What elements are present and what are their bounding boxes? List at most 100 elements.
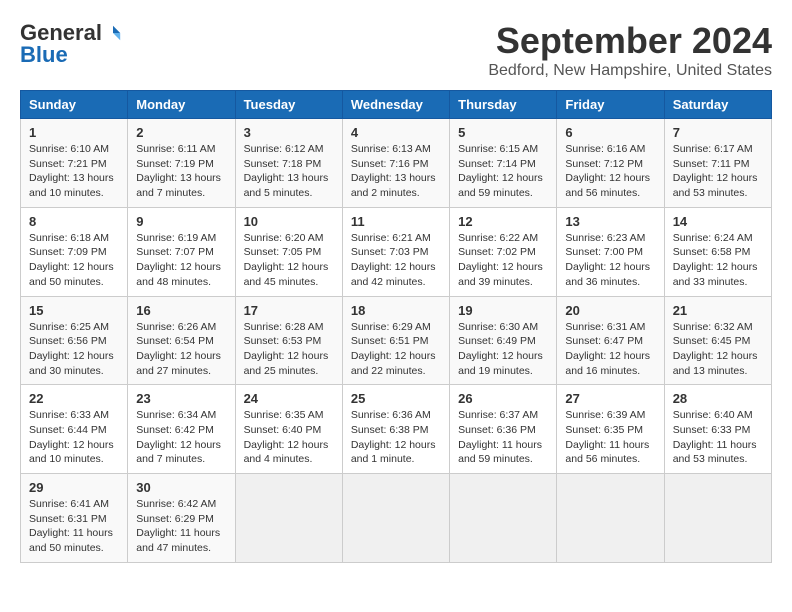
- day-number: 8: [29, 214, 119, 229]
- logo: General Blue: [20, 20, 122, 68]
- calendar-cell: 11Sunrise: 6:21 AMSunset: 7:03 PMDayligh…: [342, 207, 449, 296]
- calendar-cell: 1Sunrise: 6:10 AMSunset: 7:21 PMDaylight…: [21, 119, 128, 208]
- day-number: 3: [244, 125, 334, 140]
- day-info: Sunrise: 6:32 AMSunset: 6:45 PMDaylight:…: [673, 320, 763, 379]
- day-info: Sunrise: 6:23 AMSunset: 7:00 PMDaylight:…: [565, 231, 655, 290]
- day-info: Sunrise: 6:31 AMSunset: 6:47 PMDaylight:…: [565, 320, 655, 379]
- day-number: 2: [136, 125, 226, 140]
- calendar-cell: [342, 474, 449, 563]
- day-info: Sunrise: 6:13 AMSunset: 7:16 PMDaylight:…: [351, 142, 441, 201]
- day-info: Sunrise: 6:19 AMSunset: 7:07 PMDaylight:…: [136, 231, 226, 290]
- calendar-cell: 15Sunrise: 6:25 AMSunset: 6:56 PMDayligh…: [21, 296, 128, 385]
- day-number: 6: [565, 125, 655, 140]
- day-info: Sunrise: 6:37 AMSunset: 6:36 PMDaylight:…: [458, 408, 548, 467]
- day-number: 26: [458, 391, 548, 406]
- calendar-header-friday: Friday: [557, 91, 664, 119]
- logo-blue: Blue: [20, 42, 68, 68]
- day-info: Sunrise: 6:41 AMSunset: 6:31 PMDaylight:…: [29, 497, 119, 556]
- title-block: September 2024 Bedford, New Hampshire, U…: [488, 20, 772, 80]
- calendar-cell: 30 Sunrise: 6:42 AMSunset: 6:29 PMDayligh…: [128, 474, 235, 563]
- calendar-cell: 27 Sunrise: 6:39 AMSunset: 6:35 PMDayligh…: [557, 385, 664, 474]
- day-info: Sunrise: 6:33 AMSunset: 6:44 PMDaylight:…: [29, 408, 119, 467]
- calendar-header-monday: Monday: [128, 91, 235, 119]
- calendar-week-2: 8Sunrise: 6:18 AMSunset: 7:09 PMDaylight…: [21, 207, 772, 296]
- calendar-cell: 5 Sunrise: 6:15 AMSunset: 7:14 PMDaylight…: [450, 119, 557, 208]
- calendar-cell: 9 Sunrise: 6:19 AMSunset: 7:07 PMDaylight…: [128, 207, 235, 296]
- day-number: 14: [673, 214, 763, 229]
- calendar-cell: 3 Sunrise: 6:12 AMSunset: 7:18 PMDaylight…: [235, 119, 342, 208]
- day-number: 27: [565, 391, 655, 406]
- day-info: Sunrise: 6:39 AMSunset: 6:35 PMDaylight:…: [565, 408, 655, 467]
- calendar-cell: 4 Sunrise: 6:13 AMSunset: 7:16 PMDaylight…: [342, 119, 449, 208]
- calendar-cell: 23 Sunrise: 6:34 AMSunset: 6:42 PMDayligh…: [128, 385, 235, 474]
- calendar-header-saturday: Saturday: [664, 91, 771, 119]
- day-number: 17: [244, 303, 334, 318]
- calendar-cell: 6 Sunrise: 6:16 AMSunset: 7:12 PMDaylight…: [557, 119, 664, 208]
- day-info: Sunrise: 6:26 AMSunset: 6:54 PMDaylight:…: [136, 320, 226, 379]
- day-number: 9: [136, 214, 226, 229]
- day-info: Sunrise: 6:28 AMSunset: 6:53 PMDaylight:…: [244, 320, 334, 379]
- day-info: Sunrise: 6:17 AMSunset: 7:11 PMDaylight:…: [673, 142, 763, 201]
- calendar-header-thursday: Thursday: [450, 91, 557, 119]
- day-info: Sunrise: 6:42 AMSunset: 6:29 PMDaylight:…: [136, 497, 226, 556]
- calendar-week-3: 15Sunrise: 6:25 AMSunset: 6:56 PMDayligh…: [21, 296, 772, 385]
- day-number: 20: [565, 303, 655, 318]
- day-info: Sunrise: 6:21 AMSunset: 7:03 PMDaylight:…: [351, 231, 441, 290]
- day-number: 23: [136, 391, 226, 406]
- day-number: 5: [458, 125, 548, 140]
- day-number: 29: [29, 480, 119, 495]
- calendar-cell: 29 Sunrise: 6:41 AMSunset: 6:31 PMDayligh…: [21, 474, 128, 563]
- day-number: 1: [29, 125, 119, 140]
- month-title: September 2024: [488, 20, 772, 62]
- calendar-cell: [664, 474, 771, 563]
- day-number: 16: [136, 303, 226, 318]
- calendar-cell: 8Sunrise: 6:18 AMSunset: 7:09 PMDaylight…: [21, 207, 128, 296]
- location: Bedford, New Hampshire, United States: [488, 62, 772, 80]
- day-number: 19: [458, 303, 548, 318]
- day-number: 7: [673, 125, 763, 140]
- day-info: Sunrise: 6:16 AMSunset: 7:12 PMDaylight:…: [565, 142, 655, 201]
- calendar-cell: 24 Sunrise: 6:35 AMSunset: 6:40 PMDayligh…: [235, 385, 342, 474]
- day-number: 25: [351, 391, 441, 406]
- day-info: Sunrise: 6:20 AMSunset: 7:05 PMDaylight:…: [244, 231, 334, 290]
- calendar-cell: 2 Sunrise: 6:11 AMSunset: 7:19 PMDaylight…: [128, 119, 235, 208]
- day-number: 10: [244, 214, 334, 229]
- calendar-week-1: 1Sunrise: 6:10 AMSunset: 7:21 PMDaylight…: [21, 119, 772, 208]
- day-info: Sunrise: 6:15 AMSunset: 7:14 PMDaylight:…: [458, 142, 548, 201]
- day-info: Sunrise: 6:40 AMSunset: 6:33 PMDaylight:…: [673, 408, 763, 467]
- day-number: 28: [673, 391, 763, 406]
- day-info: Sunrise: 6:35 AMSunset: 6:40 PMDaylight:…: [244, 408, 334, 467]
- calendar-cell: 19 Sunrise: 6:30 AMSunset: 6:49 PMDayligh…: [450, 296, 557, 385]
- day-info: Sunrise: 6:12 AMSunset: 7:18 PMDaylight:…: [244, 142, 334, 201]
- calendar-header-row: SundayMondayTuesdayWednesdayThursdayFrid…: [21, 91, 772, 119]
- calendar-cell: 20 Sunrise: 6:31 AMSunset: 6:47 PMDayligh…: [557, 296, 664, 385]
- calendar-cell: 18 Sunrise: 6:29 AMSunset: 6:51 PMDayligh…: [342, 296, 449, 385]
- calendar-header-wednesday: Wednesday: [342, 91, 449, 119]
- day-info: Sunrise: 6:24 AMSunset: 6:58 PMDaylight:…: [673, 231, 763, 290]
- calendar-week-4: 22 Sunrise: 6:33 AMSunset: 6:44 PMDayligh…: [21, 385, 772, 474]
- day-number: 12: [458, 214, 548, 229]
- calendar-cell: 25Sunrise: 6:36 AMSunset: 6:38 PMDayligh…: [342, 385, 449, 474]
- day-info: Sunrise: 6:11 AMSunset: 7:19 PMDaylight:…: [136, 142, 226, 201]
- day-number: 24: [244, 391, 334, 406]
- calendar-cell: [235, 474, 342, 563]
- calendar-cell: [557, 474, 664, 563]
- day-number: 30: [136, 480, 226, 495]
- calendar-cell: 28 Sunrise: 6:40 AMSunset: 6:33 PMDayligh…: [664, 385, 771, 474]
- day-info: Sunrise: 6:30 AMSunset: 6:49 PMDaylight:…: [458, 320, 548, 379]
- day-number: 4: [351, 125, 441, 140]
- calendar-cell: 10 Sunrise: 6:20 AMSunset: 7:05 PMDayligh…: [235, 207, 342, 296]
- calendar-header-tuesday: Tuesday: [235, 91, 342, 119]
- day-number: 21: [673, 303, 763, 318]
- day-number: 22: [29, 391, 119, 406]
- calendar-table: SundayMondayTuesdayWednesdayThursdayFrid…: [20, 90, 772, 563]
- calendar-header-sunday: Sunday: [21, 91, 128, 119]
- calendar-cell: 12Sunrise: 6:22 AMSunset: 7:02 PMDayligh…: [450, 207, 557, 296]
- calendar-cell: 13Sunrise: 6:23 AMSunset: 7:00 PMDayligh…: [557, 207, 664, 296]
- day-info: Sunrise: 6:29 AMSunset: 6:51 PMDaylight:…: [351, 320, 441, 379]
- calendar-cell: 7 Sunrise: 6:17 AMSunset: 7:11 PMDaylight…: [664, 119, 771, 208]
- day-number: 18: [351, 303, 441, 318]
- calendar-cell: 26 Sunrise: 6:37 AMSunset: 6:36 PMDayligh…: [450, 385, 557, 474]
- calendar-cell: 17 Sunrise: 6:28 AMSunset: 6:53 PMDayligh…: [235, 296, 342, 385]
- day-info: Sunrise: 6:34 AMSunset: 6:42 PMDaylight:…: [136, 408, 226, 467]
